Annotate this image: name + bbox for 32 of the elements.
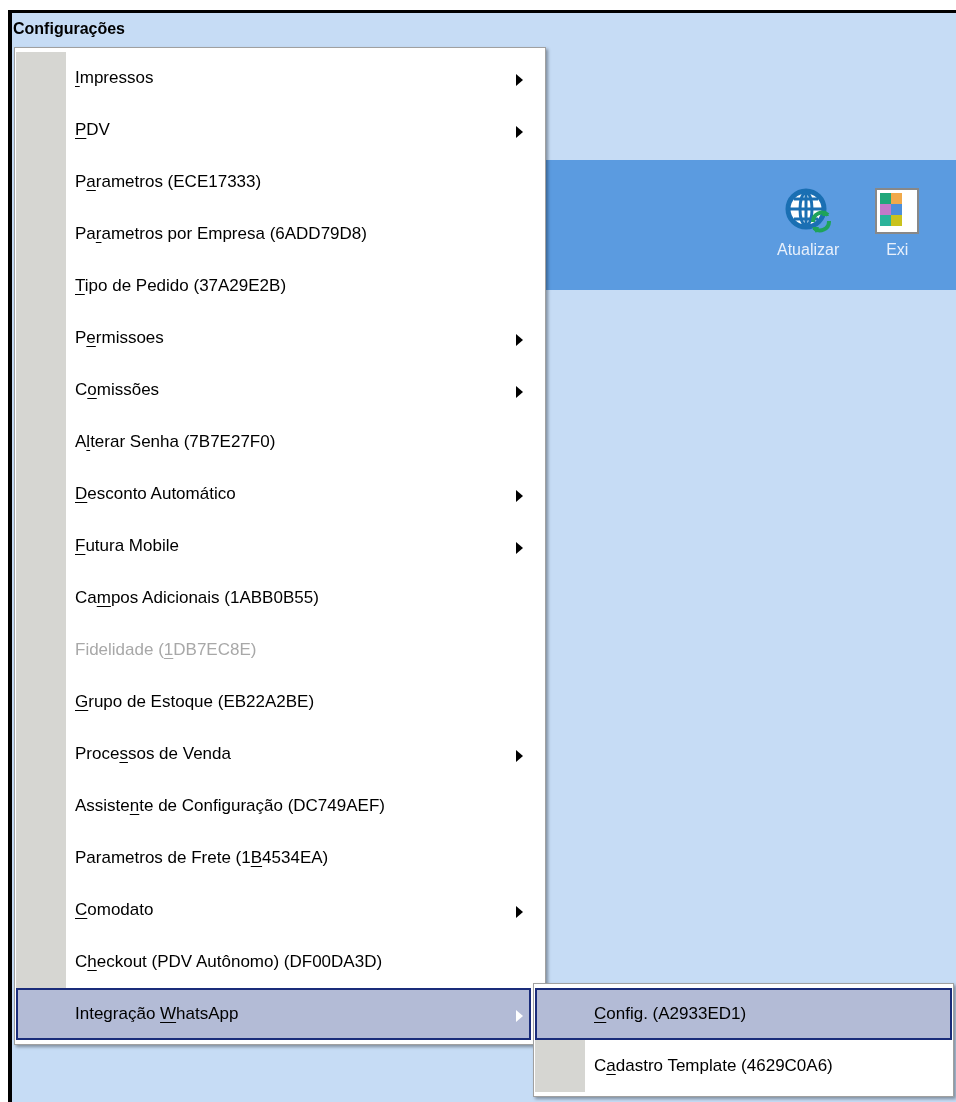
menu-item[interactable]: Checkout (PDV Autônomo) (DF00DA3D) — [16, 936, 531, 988]
menu-item[interactable]: Grupo de Estoque (EB22A2BE) — [16, 676, 531, 728]
menu-item[interactable]: Assistente de Configuração (DC749AEF) — [16, 780, 531, 832]
menu-item[interactable]: Tipo de Pedido (37A29E2B) — [16, 260, 531, 312]
menu-item[interactable]: Cadastro Template (4629C0A6) — [535, 1040, 952, 1092]
submenu-arrow-icon — [516, 334, 523, 346]
menu-item[interactable]: Comissões — [16, 364, 531, 416]
menu-item[interactable]: Config. (A2933ED1) — [535, 988, 952, 1040]
submenu-arrow-icon — [516, 906, 523, 918]
submenu-arrow-icon — [516, 126, 523, 138]
menu-item[interactable]: Futura Mobile — [16, 520, 531, 572]
menu-item[interactable]: Parametros de Frete (1B4534EA) — [16, 832, 531, 884]
menu-item[interactable]: Processos de Venda — [16, 728, 531, 780]
submenu-arrow-icon — [516, 490, 523, 502]
submenu-arrow-icon — [516, 750, 523, 762]
menu-item[interactable]: Campos Adicionais (1ABB0B55) — [16, 572, 531, 624]
submenu-arrow-icon — [516, 386, 523, 398]
submenu-arrow-icon — [516, 1010, 523, 1022]
menu-item[interactable]: PDV — [16, 104, 531, 156]
submenu-arrow-icon — [516, 542, 523, 554]
menu-item[interactable]: Parametros por Empresa (6ADD79D8) — [16, 208, 531, 260]
submenu-arrow-icon — [516, 74, 523, 86]
menu-item[interactable]: Parametros (ECE17333) — [16, 156, 531, 208]
window-title: Configurações — [12, 19, 126, 39]
menu-item[interactable]: Desconto Automático — [16, 468, 531, 520]
menu-item[interactable]: Comodato — [16, 884, 531, 936]
globe-refresh-icon — [785, 188, 832, 234]
color-grid-icon — [875, 188, 920, 234]
menu-item[interactable]: Permissoes — [16, 312, 531, 364]
menu-item[interactable]: Alterar Senha (7B7E27F0) — [16, 416, 531, 468]
menu-item[interactable]: Impressos — [16, 52, 531, 104]
menu-item[interactable]: Integração WhatsApp — [16, 988, 531, 1040]
